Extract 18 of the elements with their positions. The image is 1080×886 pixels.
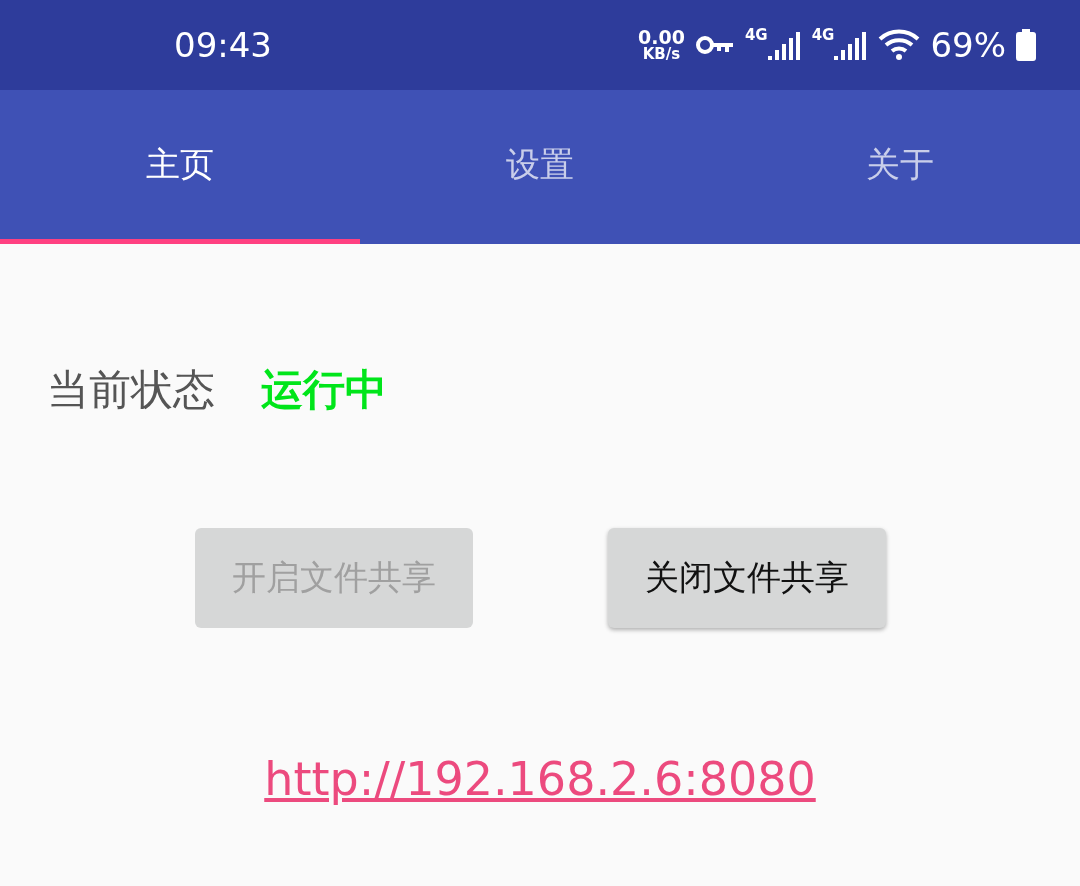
status-value: 运行中 — [261, 364, 387, 416]
signal-icon — [767, 30, 802, 60]
status-label: 当前状态 — [47, 364, 215, 416]
battery-icon — [1016, 29, 1036, 61]
server-link[interactable]: http://192.168.2.6:8080 — [264, 752, 816, 806]
tab[interactable]: 设置 — [360, 90, 720, 244]
clock: 09:43 — [174, 25, 272, 65]
key-icon — [694, 34, 735, 56]
tab[interactable]: 主页 — [0, 90, 360, 244]
signal-icon — [834, 30, 869, 60]
tab[interactable]: 关于 — [720, 90, 1080, 244]
share-button[interactable]: 关闭文件共享 — [607, 528, 886, 628]
net-speed-unit: KB/s — [642, 47, 681, 62]
net-speed: 0.00 — [638, 28, 685, 47]
network-type: 4G — [811, 26, 835, 44]
wifi-icon — [878, 29, 921, 61]
network-type: 4G — [744, 26, 768, 44]
battery-level: 69% — [930, 25, 1006, 65]
